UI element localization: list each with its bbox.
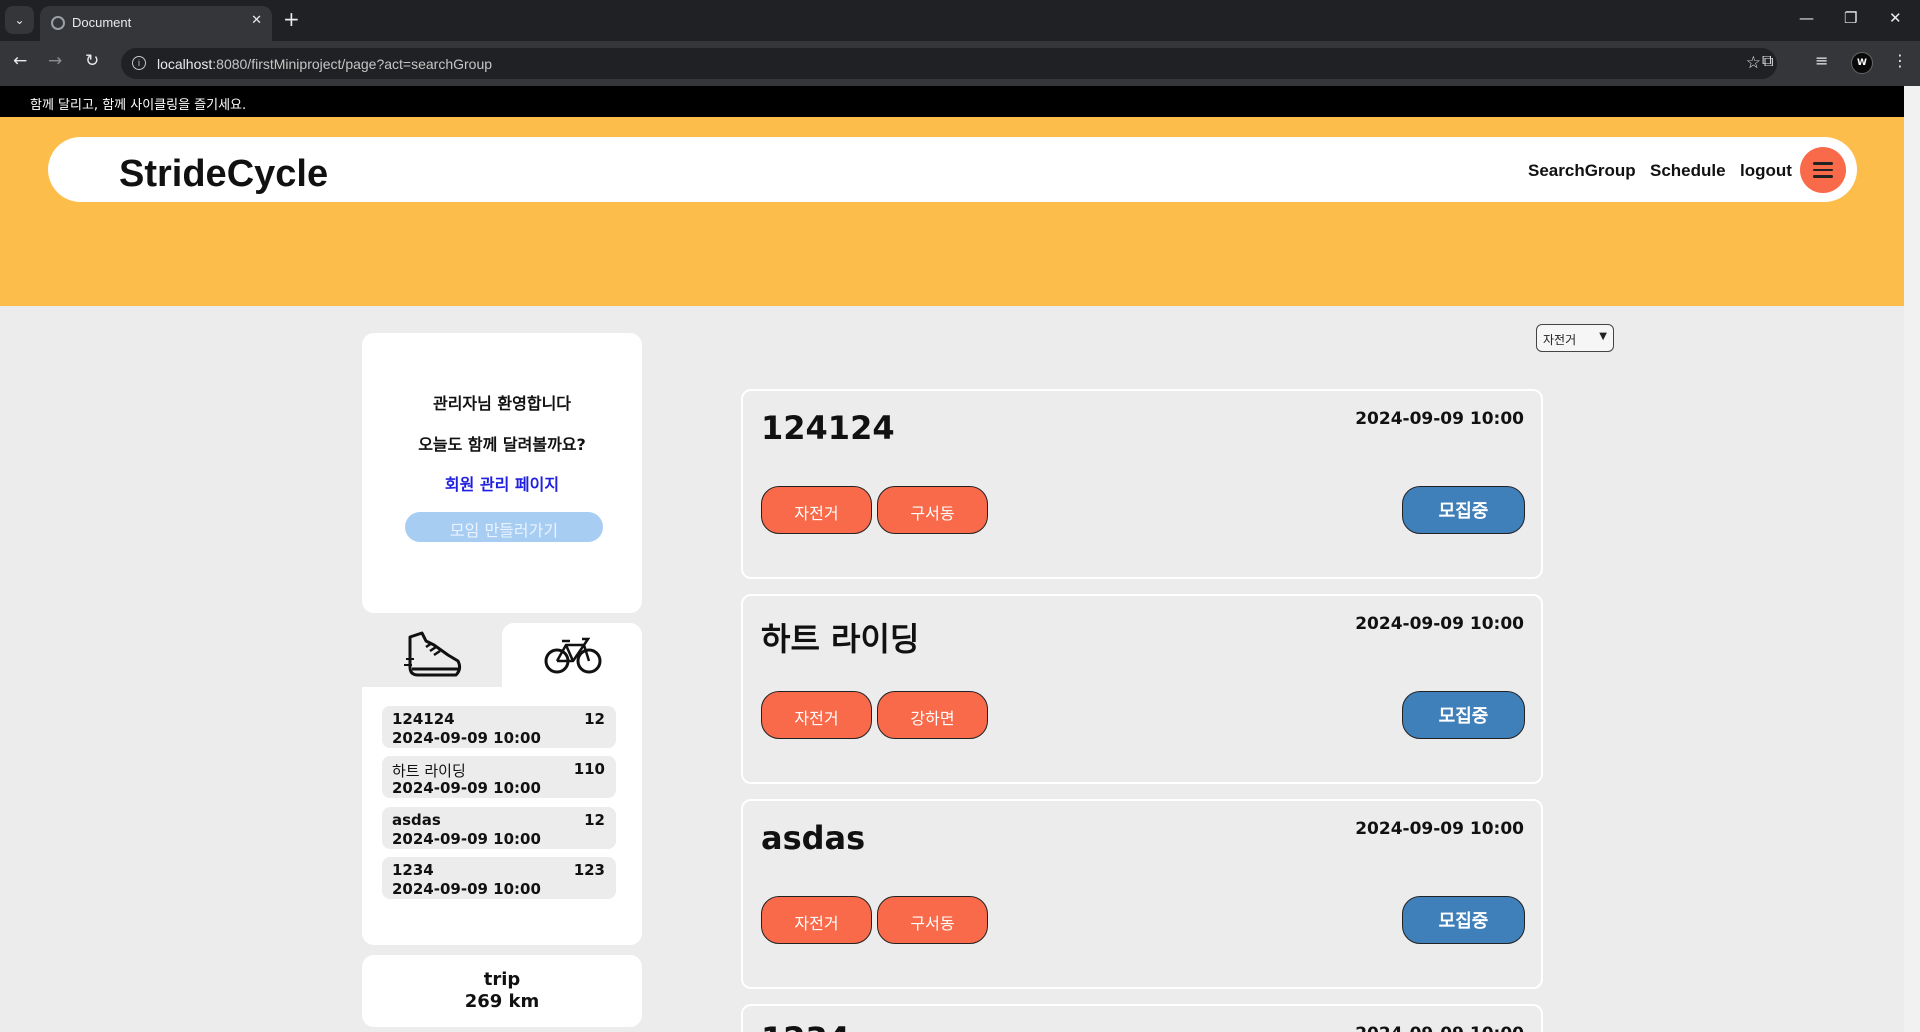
group-list: 124124 12 2024-09-09 10:00 하트 라이딩 110 20… xyxy=(362,687,642,945)
url-text[interactable]: localhost:8080/firstMiniproject/page?act… xyxy=(157,56,492,72)
more-menu-icon[interactable]: ⋮ xyxy=(1892,51,1908,70)
welcome-panel: 관리자님 환영합니다 오늘도 함께 달려볼까요? 회원 관리 페이지 모임 만들… xyxy=(362,333,642,613)
group-card[interactable]: asdas 2024-09-09 10:00 자전거 구서동 모집중 xyxy=(741,799,1543,989)
group-date: 2024-09-09 10:00 xyxy=(392,830,541,848)
site-logo[interactable]: StrideCycle xyxy=(119,153,328,196)
group-name: 하트 라이딩 xyxy=(392,762,466,780)
recruiting-status-button[interactable]: 모집중 xyxy=(1402,896,1525,944)
group-date: 2024-09-09 10:00 xyxy=(392,729,541,747)
restore-icon[interactable]: ❐ xyxy=(1844,9,1857,27)
browser-tab-bar: ⌄ Document ✕ + — ❐ ✕ xyxy=(0,0,1920,41)
group-count: 110 xyxy=(573,760,605,778)
nav-logout-link[interactable]: logout xyxy=(1740,161,1792,181)
card-date: 2024-09-09 10:00 xyxy=(1355,409,1524,429)
running-shoe-icon xyxy=(404,631,462,677)
bicycle-icon xyxy=(544,637,602,674)
trip-label: trip xyxy=(483,969,521,990)
extensions-icon[interactable]: ⧉ xyxy=(1762,51,1773,71)
close-tab-icon[interactable]: ✕ xyxy=(251,13,262,28)
group-count: 12 xyxy=(584,811,605,829)
browser-tab[interactable]: Document ✕ xyxy=(40,6,272,41)
reading-list-icon[interactable]: ≡ xyxy=(1815,51,1828,70)
recruiting-status-button[interactable]: 모집중 xyxy=(1402,691,1525,739)
chevron-down-icon: ▼ xyxy=(1599,331,1607,342)
site-info-icon[interactable]: i xyxy=(132,56,146,70)
group-date: 2024-09-09 10:00 xyxy=(392,779,541,797)
tagline: 함께 달리고, 함께 사이클링을 즐기세요. xyxy=(30,98,247,113)
trip-distance: 269 km xyxy=(464,991,540,1012)
group-name: asdas xyxy=(392,811,441,829)
my-groups-panel: 124124 12 2024-09-09 10:00 하트 라이딩 110 20… xyxy=(362,623,642,945)
welcome-subtitle: 오늘도 함께 달려볼까요? xyxy=(418,435,586,454)
sport-tag: 자전거 xyxy=(761,486,872,534)
bookmark-star-icon[interactable]: ☆ xyxy=(1746,53,1761,73)
tab-title: Document xyxy=(72,15,132,30)
tab-cycling[interactable] xyxy=(502,623,642,687)
sport-tag: 자전거 xyxy=(761,691,872,739)
profile-avatar-icon[interactable]: W xyxy=(1851,52,1873,74)
card-title: asdas xyxy=(761,819,866,857)
location-tag: 구서동 xyxy=(877,896,988,944)
tab-running[interactable] xyxy=(362,623,502,687)
group-card[interactable]: 하트 라이딩 2024-09-09 10:00 자전거 강하면 모집중 xyxy=(741,594,1543,784)
address-bar[interactable]: i localhost:8080/firstMiniproject/page?a… xyxy=(121,48,1777,79)
group-count: 12 xyxy=(584,710,605,728)
reload-icon[interactable]: ↻ xyxy=(85,51,99,71)
browser-toolbar: ← → ↻ i localhost:8080/firstMiniproject/… xyxy=(0,41,1920,86)
trip-summary: trip 269 km xyxy=(362,955,642,1027)
site-header: StrideCycle SearchGroup Schedule logout xyxy=(48,137,1857,202)
forward-icon[interactable]: → xyxy=(48,51,62,71)
card-title: 124124 xyxy=(761,409,895,447)
sport-filter-select[interactable]: 자전거 ▼ xyxy=(1536,324,1614,352)
nav-schedule-link[interactable]: Schedule xyxy=(1650,161,1726,181)
group-name: 124124 xyxy=(392,710,455,728)
group-date: 2024-09-09 10:00 xyxy=(392,880,541,898)
card-date: 2024-09-09 10:00 xyxy=(1355,1024,1524,1032)
card-title: 1234 xyxy=(761,1020,850,1032)
hamburger-menu-icon[interactable] xyxy=(1800,147,1846,193)
group-count: 123 xyxy=(573,861,605,879)
sport-tag: 자전거 xyxy=(761,896,872,944)
list-item[interactable]: 하트 라이딩 110 2024-09-09 10:00 xyxy=(382,756,616,798)
location-tag: 강하면 xyxy=(877,691,988,739)
admin-page-link[interactable]: 회원 관리 페이지 xyxy=(362,471,642,495)
page-scrollbar[interactable] xyxy=(1904,86,1920,1032)
tagline-bar: 함께 달리고, 함께 사이클링을 즐기세요. xyxy=(0,86,1904,117)
list-item[interactable]: 124124 12 2024-09-09 10:00 xyxy=(382,706,616,748)
group-card[interactable]: 1234 2024-09-09 10:00 xyxy=(741,1004,1543,1032)
tab-search-chevron-icon[interactable]: ⌄ xyxy=(5,6,34,34)
url-path: :8080/firstMiniproject/page?act=searchGr… xyxy=(212,56,493,72)
list-item[interactable]: asdas 12 2024-09-09 10:00 xyxy=(382,807,616,849)
new-tab-icon[interactable]: + xyxy=(283,7,300,31)
nav-searchgroup-link[interactable]: SearchGroup xyxy=(1528,161,1636,181)
card-title: 하트 라이딩 xyxy=(761,620,920,658)
location-tag: 구서동 xyxy=(877,486,988,534)
make-group-button[interactable]: 모임 만들러가기 xyxy=(405,512,603,542)
group-name: 1234 xyxy=(392,861,434,879)
welcome-message: 관리자님 환영합니다 xyxy=(432,394,572,413)
card-date: 2024-09-09 10:00 xyxy=(1355,819,1524,839)
back-icon[interactable]: ← xyxy=(13,51,27,71)
list-item[interactable]: 1234 123 2024-09-09 10:00 xyxy=(382,857,616,899)
recruiting-status-button[interactable]: 모집중 xyxy=(1402,486,1525,534)
minimize-icon[interactable]: — xyxy=(1799,9,1814,27)
globe-icon xyxy=(51,16,65,30)
card-date: 2024-09-09 10:00 xyxy=(1355,614,1524,634)
group-card[interactable]: 124124 2024-09-09 10:00 자전거 구서동 모집중 xyxy=(741,389,1543,579)
url-host: localhost xyxy=(157,56,213,72)
filter-selected-value: 자전거 xyxy=(1543,333,1577,347)
close-window-icon[interactable]: ✕ xyxy=(1889,9,1902,27)
